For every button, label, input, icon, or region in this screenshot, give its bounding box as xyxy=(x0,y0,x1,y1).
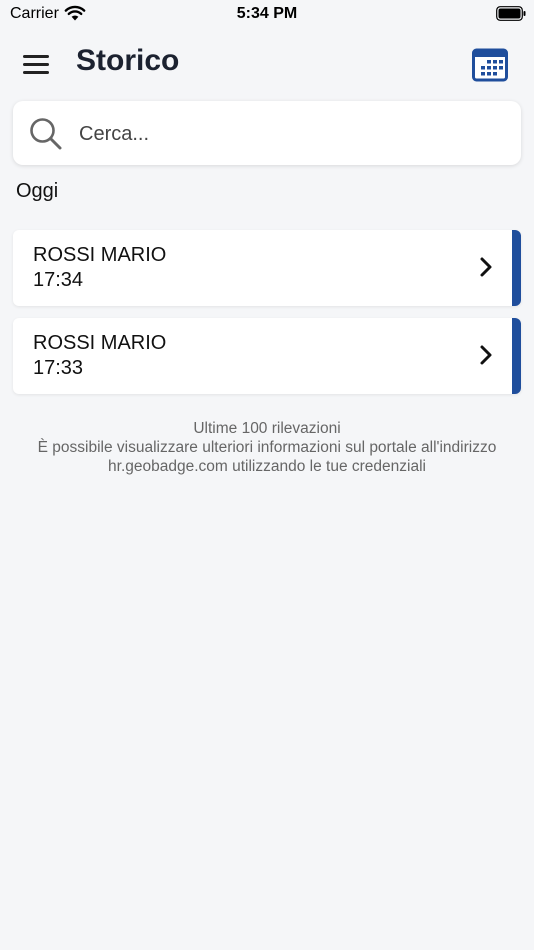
entry-name: ROSSI MARIO xyxy=(33,332,167,354)
search-bar[interactable] xyxy=(13,101,521,165)
entry-name: ROSSI MARIO xyxy=(33,244,167,266)
status-time: 5:34 PM xyxy=(236,5,298,22)
footer-note: Ultime 100 rilevazioni È possibile visua… xyxy=(0,419,534,476)
status-accent-bar xyxy=(512,230,521,306)
history-screen: Carrier 5:34 PM Storico Cerca... Oggi RO… xyxy=(0,0,534,950)
entry-time: 17:33 xyxy=(33,357,84,379)
footer-line-3: hr.geobadge.com utilizzando le tue crede… xyxy=(108,458,426,475)
list-item[interactable]: ROSSI MARIO 17:34 xyxy=(13,230,521,306)
menu-button[interactable] xyxy=(20,50,52,78)
header: Storico xyxy=(0,40,534,90)
hamburger-icon xyxy=(23,71,49,74)
entry-time: 17:34 xyxy=(33,269,84,291)
hamburger-icon xyxy=(23,55,49,58)
status-accent-bar xyxy=(512,318,521,394)
battery-icon xyxy=(496,6,526,21)
search-input[interactable] xyxy=(79,115,499,153)
calendar-icon[interactable] xyxy=(472,48,508,82)
list-item[interactable]: ROSSI MARIO 17:33 xyxy=(13,318,521,394)
chevron-right-icon xyxy=(480,257,492,277)
chevron-right-icon xyxy=(480,345,492,365)
footer-line-2: È possibile visualizzare ulteriori infor… xyxy=(37,439,497,456)
status-bar: Carrier 5:34 PM xyxy=(0,0,534,30)
page-title: Storico xyxy=(76,44,180,77)
hamburger-icon xyxy=(23,63,49,66)
section-label-today: Oggi xyxy=(16,180,59,202)
footer-line-1: Ultime 100 rilevazioni xyxy=(193,420,341,437)
search-icon xyxy=(30,118,62,150)
